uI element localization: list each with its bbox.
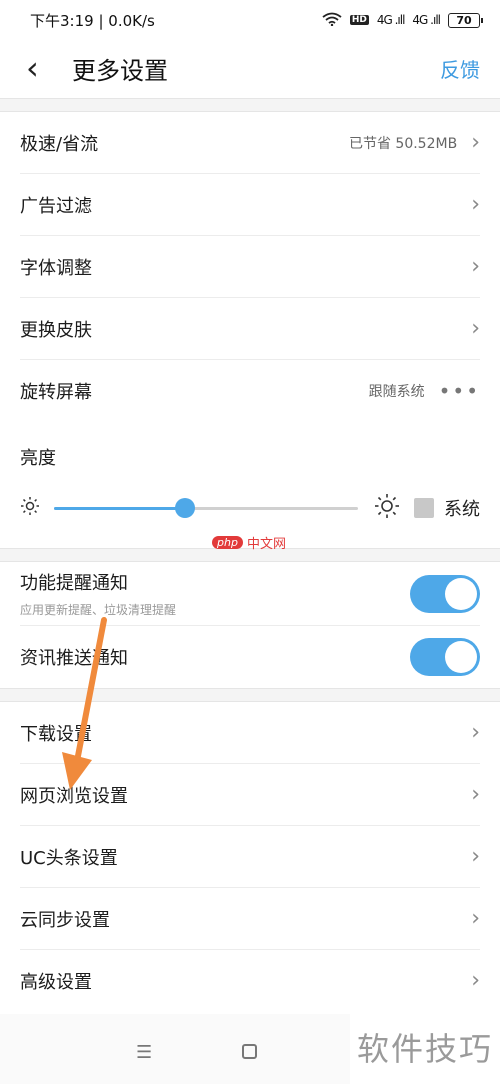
row-value: 已节省 50.52MB xyxy=(348,135,458,152)
chevron-right-icon: › xyxy=(471,315,480,341)
row-label: UC头条设置 xyxy=(20,847,118,869)
brightness-slider[interactable] xyxy=(54,497,358,518)
signal-icon-2: 4G .ıll xyxy=(412,13,441,27)
php-logo: php xyxy=(212,536,243,549)
brightness-high-icon xyxy=(374,493,400,524)
system-brightness-checkbox[interactable] xyxy=(414,498,434,518)
chevron-right-icon: › xyxy=(471,781,480,807)
settings-row-speed[interactable]: 极速/省流 已节省 50.52MB › xyxy=(20,112,480,174)
section-divider xyxy=(0,688,500,702)
row-label: 字体调整 xyxy=(20,257,92,279)
system-brightness-label: 系统 xyxy=(444,499,480,520)
settings-row-rotate[interactable]: 旋转屏幕 跟随系统 ••• xyxy=(20,360,480,422)
row-label: 下载设置 xyxy=(20,723,92,745)
signal-icon: 4G .ıll xyxy=(376,13,406,27)
settings-row-skin[interactable]: 更换皮肤 › xyxy=(20,298,480,360)
more-dots-icon: ••• xyxy=(438,379,480,403)
slider-thumb[interactable] xyxy=(174,497,195,518)
chevron-right-icon: › xyxy=(471,719,480,745)
slider-fill xyxy=(54,506,185,510)
title-bar: ‹ 更多设置 反馈 xyxy=(0,40,500,96)
row-label: 广告过滤 xyxy=(20,195,92,217)
brightness-label-row: 亮度 xyxy=(20,432,480,482)
status-bar: 下午3:19 | 0.0K/s HD 4G .ıll 4G .ıll 70 xyxy=(0,0,500,40)
page-title: 更多设置 xyxy=(72,56,168,85)
row-label: 资讯推送通知 xyxy=(20,648,128,669)
brightness-control: 系统 xyxy=(20,486,480,530)
status-icons: HD 4G .ıll 4G .ıll 70 xyxy=(322,11,483,30)
php-watermark: php 中文网 xyxy=(212,533,286,552)
settings-row-browse[interactable]: 网页浏览设置 › xyxy=(20,764,480,826)
hd-badge: HD xyxy=(349,15,369,25)
php-watermark-text: 中文网 xyxy=(246,537,286,552)
row-sublabel: 应用更新提醒、垃圾清理提醒 xyxy=(20,603,177,617)
bottom-watermark: 软件技巧 xyxy=(350,1010,500,1084)
battery-icon: 70 xyxy=(448,12,483,28)
row-label: 更换皮肤 xyxy=(20,319,92,341)
settings-row-advanced[interactable]: 高级设置 › xyxy=(20,950,480,1012)
toggle-knob xyxy=(445,577,477,610)
notify-row-feature: 功能提醒通知 应用更新提醒、垃圾清理提醒 xyxy=(20,562,480,626)
brightness-low-icon xyxy=(20,496,40,521)
row-label: 网页浏览设置 xyxy=(20,785,128,807)
status-time: 下午3:19 | 0.0K/s xyxy=(30,11,155,30)
feedback-button[interactable]: 反馈 xyxy=(440,54,480,83)
settings-row-cloud-sync[interactable]: 云同步设置 › xyxy=(20,888,480,950)
brightness-label: 亮度 xyxy=(20,448,56,469)
back-chevron-icon[interactable]: ‹ xyxy=(20,52,72,84)
feature-notify-toggle[interactable] xyxy=(410,574,480,613)
news-notify-toggle[interactable] xyxy=(410,638,480,676)
section-divider xyxy=(0,98,500,112)
menu-icon[interactable]: ☰ xyxy=(136,1042,152,1063)
row-label: 旋转屏幕 xyxy=(20,382,92,403)
settings-row-font[interactable]: 字体调整 › xyxy=(20,236,480,298)
settings-row-download[interactable]: 下载设置 › xyxy=(20,702,480,764)
chevron-right-icon: › xyxy=(471,191,480,217)
home-icon[interactable] xyxy=(242,1044,257,1059)
settings-row-adblock[interactable]: 广告过滤 › xyxy=(20,174,480,236)
row-label: 高级设置 xyxy=(20,972,92,993)
chevron-right-icon: › xyxy=(471,843,480,869)
row-label: 功能提醒通知 xyxy=(20,573,128,594)
chevron-right-icon: › xyxy=(471,129,480,155)
chevron-right-icon: › xyxy=(471,968,480,993)
toggle-knob xyxy=(445,641,477,673)
wifi-icon xyxy=(322,11,342,30)
row-label: 云同步设置 xyxy=(20,909,110,931)
chevron-right-icon: › xyxy=(471,253,480,279)
notify-row-news: 资讯推送通知 xyxy=(20,626,480,688)
chevron-right-icon: › xyxy=(471,905,480,931)
row-value: 跟随系统 xyxy=(368,384,425,400)
settings-row-uc-news[interactable]: UC头条设置 › xyxy=(20,826,480,888)
row-label: 极速/省流 xyxy=(20,133,99,155)
